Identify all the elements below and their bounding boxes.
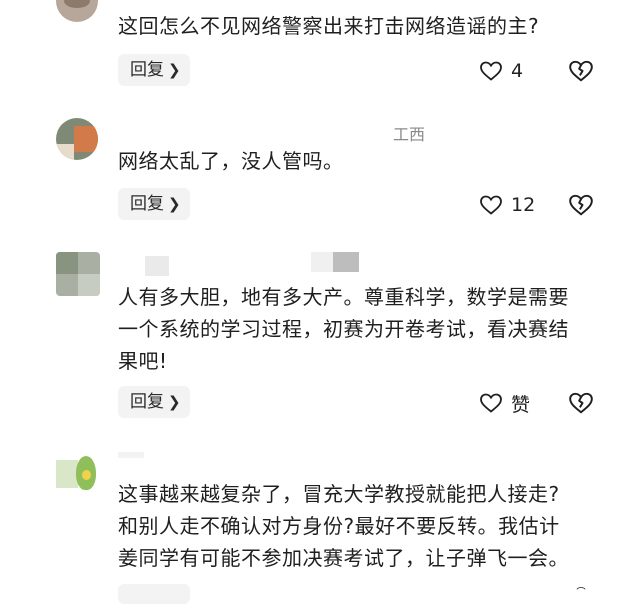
broken-heart-icon[interactable]: [568, 192, 594, 218]
comment-text-line: 果吧!: [118, 349, 168, 373]
avatar[interactable]: [56, 452, 100, 496]
comment-text: 这事越来越复杂了，冒充大学教授就能把人接走? 和别人走不确认对方身份?最好不要反…: [118, 478, 608, 574]
heart-outline-icon: [480, 195, 502, 215]
reply-button[interactable]: 回复 ❯: [118, 386, 190, 418]
broken-heart-icon[interactable]: [568, 390, 594, 416]
comment-text-line: 姜同学有可能不参加决赛考试了，让子弹飞一会。: [118, 546, 569, 570]
avatar[interactable]: [56, 118, 98, 160]
chevron-right-icon: ❯: [168, 195, 181, 213]
chevron-right-icon: ❯: [168, 61, 181, 79]
reply-label: 回复: [130, 194, 164, 214]
reply-button[interactable]: [118, 584, 190, 604]
avatar[interactable]: [56, 252, 100, 296]
reply-button[interactable]: 回复 ❯: [118, 188, 190, 220]
comment-text: 这回怎么不见网络警察出来打击网络造谣的主?: [118, 14, 540, 38]
comment-text-line: 一个系统的学习过程，初赛为开卷考试，看决赛结: [118, 317, 569, 341]
comment-text: 人有多大胆，地有多大产。尊重科学，数学是需要 一个系统的学习过程，初赛为开卷考试…: [118, 281, 608, 377]
username-blurred: [311, 252, 333, 272]
heart-outline-icon: [480, 393, 502, 413]
chevron-right-icon: ❯: [168, 393, 181, 411]
reply-label: 回复: [130, 60, 164, 80]
comment-text-line: 和别人走不确认对方身份?最好不要反转。我估计: [118, 514, 560, 538]
reply-label: 回复: [130, 392, 164, 412]
broken-heart-icon[interactable]: [568, 586, 594, 596]
reply-button[interactable]: 回复 ❯: [118, 54, 190, 86]
like-button[interactable]: 4: [479, 56, 523, 86]
like-count: 12: [511, 194, 536, 216]
comment-text-line: 人有多大胆，地有多大产。尊重科学，数学是需要: [118, 285, 569, 309]
avatar[interactable]: [56, 0, 98, 22]
like-count: 4: [511, 60, 524, 82]
broken-heart-icon[interactable]: [568, 58, 594, 84]
heart-outline-icon: [480, 61, 502, 81]
username-blurred: [145, 256, 169, 276]
like-button[interactable]: 赞: [479, 388, 530, 418]
username-blurred: [118, 452, 144, 458]
username-blurred: [333, 252, 359, 272]
like-button[interactable]: 12: [479, 190, 535, 220]
like-count: 赞: [511, 393, 531, 416]
location-label: 工西: [393, 125, 426, 144]
comment-text: 网络太乱了，没人管吗。: [118, 149, 344, 173]
comment-text-line: 这事越来越复杂了，冒充大学教授就能把人接走?: [118, 482, 560, 506]
